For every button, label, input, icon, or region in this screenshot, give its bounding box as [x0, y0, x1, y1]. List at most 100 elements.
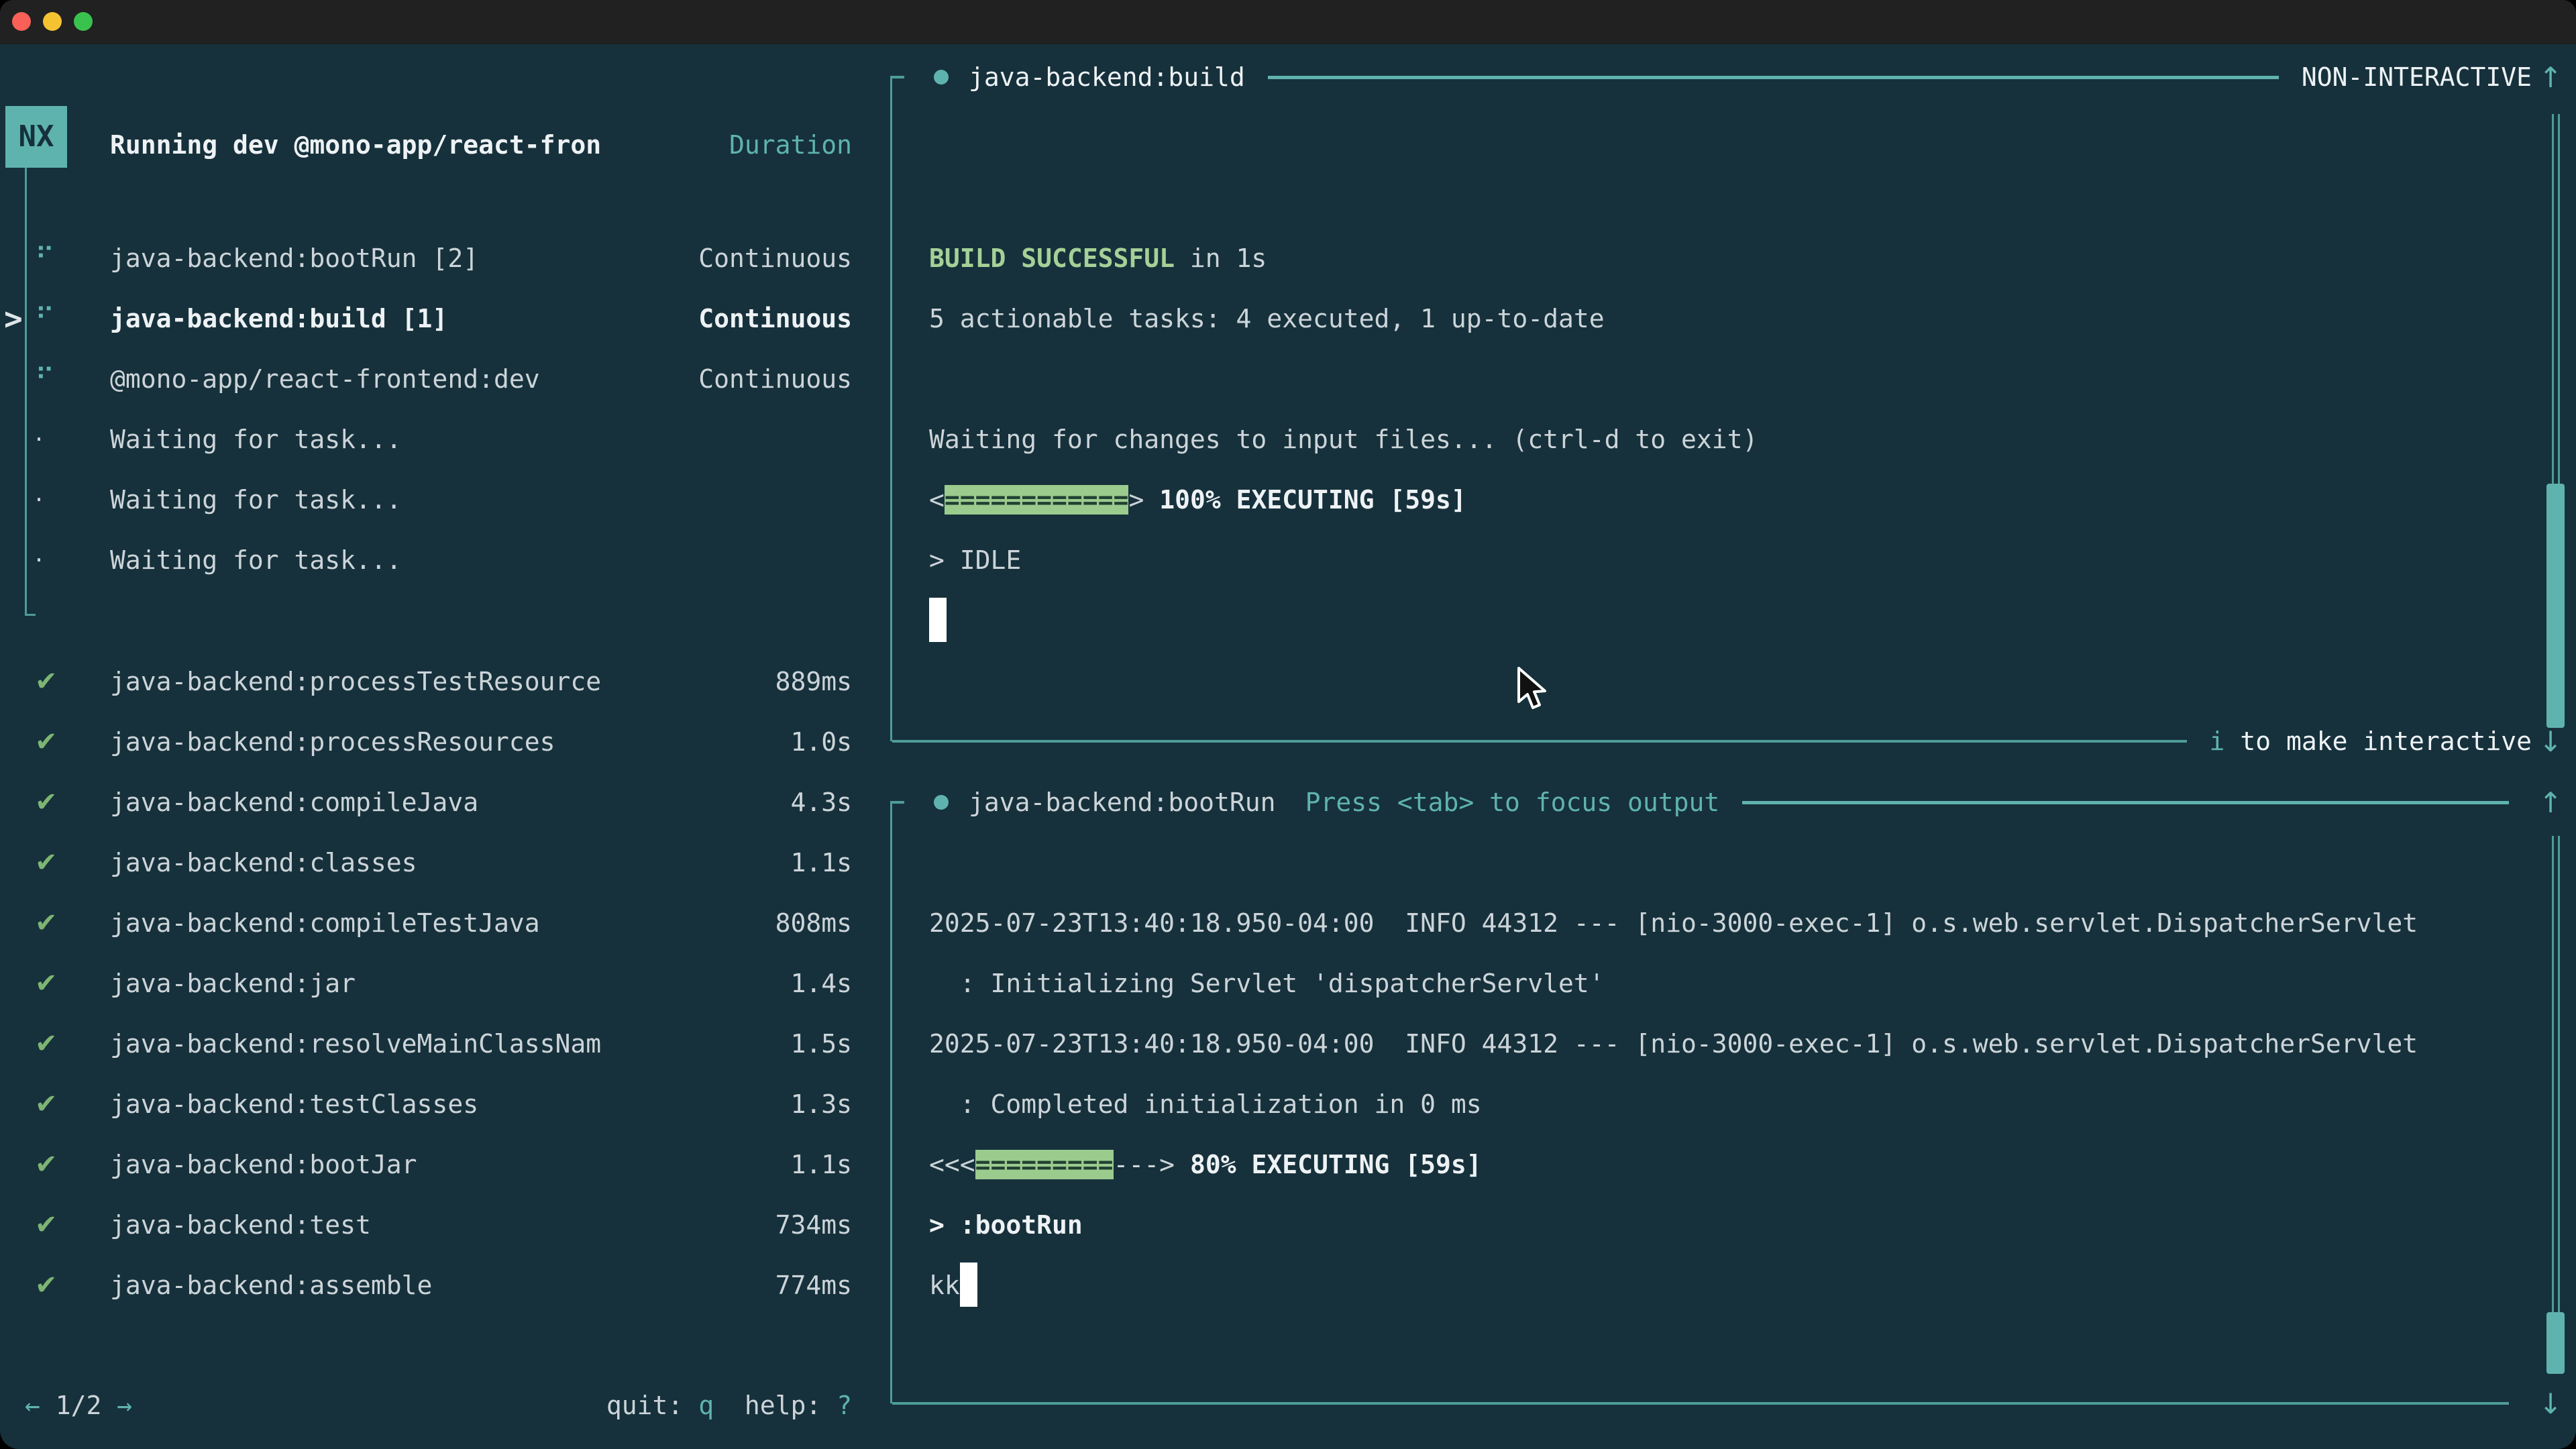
output-text: =========: [975, 1150, 1114, 1179]
scroll-up-icon[interactable]: ↑: [2532, 786, 2569, 819]
output-text: Waiting for changes to input files... (c…: [929, 425, 1758, 454]
spinner-icon: ⠋: [35, 228, 54, 288]
build-scrollbar-thumb[interactable]: [2546, 484, 2565, 728]
task-row-completed[interactable]: ✔java-backend:compileTestJava808ms: [0, 893, 872, 953]
task-label: @mono-app/react-frontend:dev: [110, 349, 540, 409]
bootrun-scrollbar-track[interactable]: [2552, 836, 2560, 1312]
build-pane-output[interactable]: BUILD SUCCESSFUL in 1s5 actionable tasks…: [929, 107, 2512, 651]
check-icon: ✔: [35, 1195, 58, 1255]
check-icon: ✔: [35, 712, 58, 772]
close-button[interactable]: [12, 12, 31, 31]
task-row-completed[interactable]: ✔ java-backend:processResources 1.0s: [0, 712, 872, 772]
output-text: --->: [1114, 1150, 1190, 1179]
waiting-dot-icon: ·: [35, 409, 43, 470]
scroll-down-icon[interactable]: ↓: [2532, 1387, 2569, 1420]
task-duration: 1.0s: [790, 712, 852, 772]
page-prev-icon[interactable]: ←: [25, 1391, 40, 1420]
output-line: Waiting for changes to input files... (c…: [929, 409, 2512, 470]
zoom-button[interactable]: [74, 12, 93, 31]
output-text: kk: [929, 1271, 960, 1300]
page-indicator: 1/2: [40, 1391, 117, 1420]
task-duration: 1.1s: [790, 833, 852, 893]
build-pane-left-border: [890, 76, 892, 741]
task-label: java-backend:classes: [110, 833, 417, 893]
task-list-title: Running dev @mono-app/react-fron: [110, 115, 601, 175]
output-line: : Completed initialization in 0 ms: [929, 1074, 2512, 1134]
bootrun-pane-header[interactable]: java-backend:bootRun Press <tab> to focu…: [892, 772, 2569, 833]
task-label: java-backend:processTestResource: [110, 651, 601, 712]
minimize-button[interactable]: [43, 12, 62, 31]
help-label: help:: [714, 1391, 837, 1420]
task-label: java-backend:test: [110, 1195, 371, 1255]
running-bullet-icon: [934, 70, 949, 85]
check-icon: ✔: [35, 651, 58, 712]
task-row-completed[interactable]: ✔java-backend:assemble774ms: [0, 1255, 872, 1316]
check-icon: ✔: [35, 1134, 58, 1195]
task-duration: 1.1s: [790, 1134, 852, 1195]
scroll-up-icon[interactable]: ↑: [2532, 61, 2569, 94]
task-row-running[interactable]: ·Waiting for task...: [0, 409, 872, 470]
output-line: > IDLE: [929, 530, 2512, 590]
task-row-completed[interactable]: ✔java-backend:compileJava4.3s: [0, 772, 872, 833]
task-label: java-backend:bootJar: [110, 1134, 417, 1195]
task-row-running[interactable]: ·Waiting for task...: [0, 470, 872, 530]
page-next-icon[interactable]: →: [117, 1391, 132, 1420]
scroll-down-icon[interactable]: ↓: [2532, 725, 2569, 758]
output-line: <<<=========---> 80% EXECUTING [59s]: [929, 1134, 2512, 1195]
output-text: 80% EXECUTING [59s]: [1190, 1150, 1482, 1179]
quit-key: q: [698, 1391, 714, 1420]
output-text: ============: [945, 485, 1129, 515]
output-text: : Initializing Servlet 'dispatcherServle…: [929, 969, 1605, 998]
bootrun-pane-left-border: [890, 801, 892, 1403]
task-duration: Continuous: [698, 288, 852, 349]
bootrun-pane-title: java-backend:bootRun: [969, 788, 1276, 817]
title-bar[interactable]: [0, 0, 2576, 44]
keyboard-hints: quit: q help: ?: [606, 1375, 852, 1436]
help-key: ?: [837, 1391, 852, 1420]
output-line: [929, 590, 2512, 651]
output-text: BUILD SUCCESSFUL: [929, 244, 1175, 273]
task-row-completed[interactable]: ✔java-backend:resolveMainClassNam1.5s: [0, 1014, 872, 1074]
task-row-running[interactable]: ⠋java-backend:bootRun [2]Continuous: [0, 228, 872, 288]
output-text: >: [1128, 485, 1159, 515]
build-pane-header[interactable]: java-backend:build NON-INTERACTIVE ↑: [892, 47, 2569, 107]
task-row-running[interactable]: ⠋ @mono-app/react-frontend:dev Continuous: [0, 349, 872, 409]
output-text: > IDLE: [929, 545, 1021, 575]
task-duration: 4.3s: [790, 772, 852, 833]
task-row-completed[interactable]: ✔java-backend:test734ms: [0, 1195, 872, 1255]
check-icon: ✔: [35, 893, 58, 953]
check-icon: ✔: [35, 833, 58, 893]
task-duration: 1.3s: [790, 1074, 852, 1134]
output-text: in 1s: [1175, 244, 1267, 273]
build-pane-footer: i to make interactive ↓: [892, 711, 2569, 771]
build-pane-mode-label: NON-INTERACTIVE: [2302, 62, 2532, 92]
interactive-hint-text: to make interactive: [2224, 727, 2532, 756]
output-line: BUILD SUCCESSFUL in 1s: [929, 228, 2512, 288]
selected-task-icon: >: [4, 288, 23, 349]
task-row-completed[interactable]: ✔ java-backend:classes 1.1s: [0, 833, 872, 893]
pane-corner: [892, 801, 904, 804]
pane-corner: [892, 76, 904, 78]
task-row-completed[interactable]: ✔java-backend:testClasses1.3s: [0, 1074, 872, 1134]
task-label: java-backend:processResources: [110, 712, 555, 772]
pane-border-line: [1742, 801, 2509, 804]
output-line: [929, 107, 2512, 168]
bootrun-pane-output[interactable]: 2025-07-23T13:40:18.950-04:00 INFO 44312…: [929, 833, 2512, 1316]
output-line: [929, 168, 2512, 228]
output-text: 2025-07-23T13:40:18.950-04:00 INFO 44312…: [929, 908, 2418, 938]
check-icon: ✔: [35, 1014, 58, 1074]
task-duration: 1.4s: [790, 953, 852, 1014]
build-pane-title: java-backend:build: [969, 62, 1245, 92]
task-label: java-backend:compileTestJava: [110, 893, 540, 953]
task-row-completed[interactable]: ✔java-backend:processTestResource889ms: [0, 651, 872, 712]
build-scrollbar-track[interactable]: [2552, 114, 2560, 484]
task-row-running[interactable]: ·Waiting for task...: [0, 530, 872, 590]
task-duration: Continuous: [698, 349, 852, 409]
spinner-icon: ⠋: [35, 349, 54, 409]
bootrun-scrollbar-thumb[interactable]: [2546, 1312, 2565, 1374]
task-row-completed[interactable]: ✔ java-backend:bootJar 1.1s: [0, 1134, 872, 1195]
task-row-completed[interactable]: ✔java-backend:jar1.4s: [0, 953, 872, 1014]
interactive-hint-key: i: [2210, 727, 2225, 756]
task-row-running[interactable]: >⠋java-backend:build [1]Continuous: [0, 288, 872, 349]
text-cursor: [929, 598, 947, 642]
